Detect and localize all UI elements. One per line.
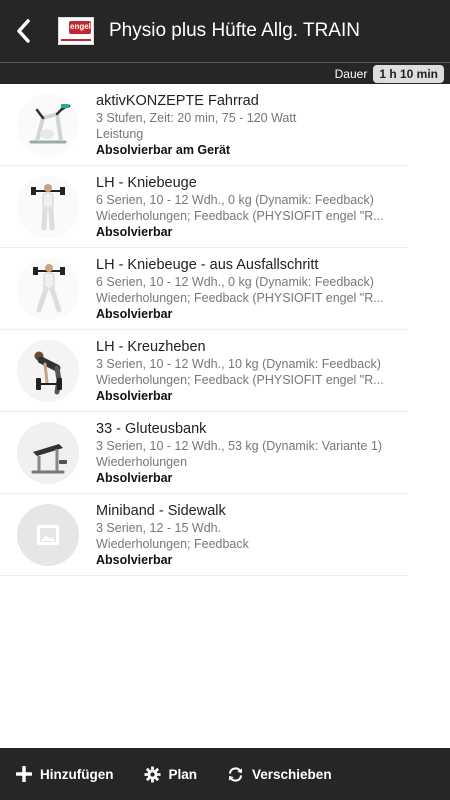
list-item[interactable]: LH - Kniebeuge 6 Serien, 10 - 12 Wdh., 0… (0, 166, 408, 248)
squat-image (17, 176, 79, 238)
lunge-squat-image (17, 258, 79, 320)
exercise-name: LH - Kniebeuge (96, 175, 197, 191)
add-label: Hinzufügen (40, 766, 114, 782)
list-item[interactable]: 33 - Gluteusbank 3 Serien, 10 - 12 Wdh.,… (0, 412, 408, 494)
duration-label: Dauer (334, 66, 368, 81)
exercise-detail: Wiederholungen (96, 455, 188, 469)
exercise-status: Absolvierbar (96, 225, 173, 239)
exercise-detail: 6 Serien, 10 - 12 Wdh., 0 kg (Dynamik: F… (96, 193, 374, 207)
exercise-detail: 3 Stufen, Zeit: 20 min, 75 - 120 Watt (96, 111, 297, 125)
page-title: Physio plus Hüfte Allg. TRAIN (109, 20, 360, 41)
exercise-detail: Wiederholungen; Feedback (PHYSIOFIT enge… (96, 209, 384, 223)
exercise-name: LH - Kreuzheben (96, 339, 206, 355)
list-item[interactable]: Miniband - Sidewalk 3 Serien, 12 - 15 Wd… (0, 494, 408, 576)
list-item[interactable]: LH - Kreuzheben 3 Serien, 10 - 12 Wdh., … (0, 330, 408, 412)
deadlift-image (17, 340, 79, 402)
move-label: Verschieben (252, 766, 332, 782)
exercise-name: LH - Kniebeuge - aus Ausfallschritt (96, 257, 319, 273)
exercise-status: Absolvierbar am Gerät (96, 143, 231, 157)
exercise-detail: Wiederholungen; Feedback (PHYSIOFIT enge… (96, 291, 384, 305)
plus-icon (16, 766, 32, 782)
add-button[interactable]: Hinzufügen (16, 766, 114, 782)
glute-bench-image (17, 422, 79, 484)
exercise-bike-image (17, 94, 79, 156)
app-header: engel Physio plus Hüfte Allg. TRAIN (0, 0, 450, 62)
exercise-detail: 6 Serien, 10 - 12 Wdh., 0 kg (Dynamik: F… (96, 275, 374, 289)
exercise-detail: 3 Serien, 12 - 15 Wdh. (96, 521, 222, 535)
exercise-detail: 3 Serien, 10 - 12 Wdh., 10 kg (Dynamik: … (96, 357, 381, 371)
exercise-status: Absolvierbar (96, 307, 173, 321)
back-button[interactable] (0, 0, 46, 62)
list-item[interactable]: LH - Kniebeuge - aus Ausfallschritt 6 Se… (0, 248, 408, 330)
exercise-status: Absolvierbar (96, 553, 173, 567)
exercise-list: aktivKONZEPTE Fahrrad 3 Stufen, Zeit: 20… (0, 84, 450, 576)
exercise-name: Miniband - Sidewalk (96, 503, 226, 519)
plan-button[interactable]: Plan (143, 765, 198, 783)
exercise-detail: 3 Serien, 10 - 12 Wdh., 53 kg (Dynamik: … (96, 439, 383, 453)
plan-label: Plan (168, 766, 198, 782)
duration-bar: Dauer 1 h 10 min (0, 62, 450, 84)
gear-icon (143, 765, 161, 783)
exercise-status: Absolvierbar (96, 471, 173, 485)
list-item[interactable]: aktivKONZEPTE Fahrrad 3 Stufen, Zeit: 20… (0, 84, 408, 166)
bottom-toolbar: Hinzufügen Plan Verschieben (0, 748, 450, 800)
duration-badge: 1 h 10 min (373, 64, 444, 83)
chevron-left-icon (17, 19, 30, 43)
refresh-icon (228, 766, 243, 782)
image-placeholder-icon (17, 504, 79, 566)
exercise-detail: Wiederholungen; Feedback (PHYSIOFIT enge… (96, 373, 384, 387)
exercise-name: 33 - Gluteusbank (96, 421, 207, 437)
exercise-name: aktivKONZEPTE Fahrrad (96, 93, 259, 109)
physiofit-engel-logo: engel (58, 17, 94, 45)
move-button[interactable]: Verschieben (227, 766, 332, 783)
exercise-detail: Leistung (96, 127, 144, 141)
exercise-detail: Wiederholungen; Feedback (96, 537, 249, 551)
exercise-status: Absolvierbar (96, 389, 173, 403)
